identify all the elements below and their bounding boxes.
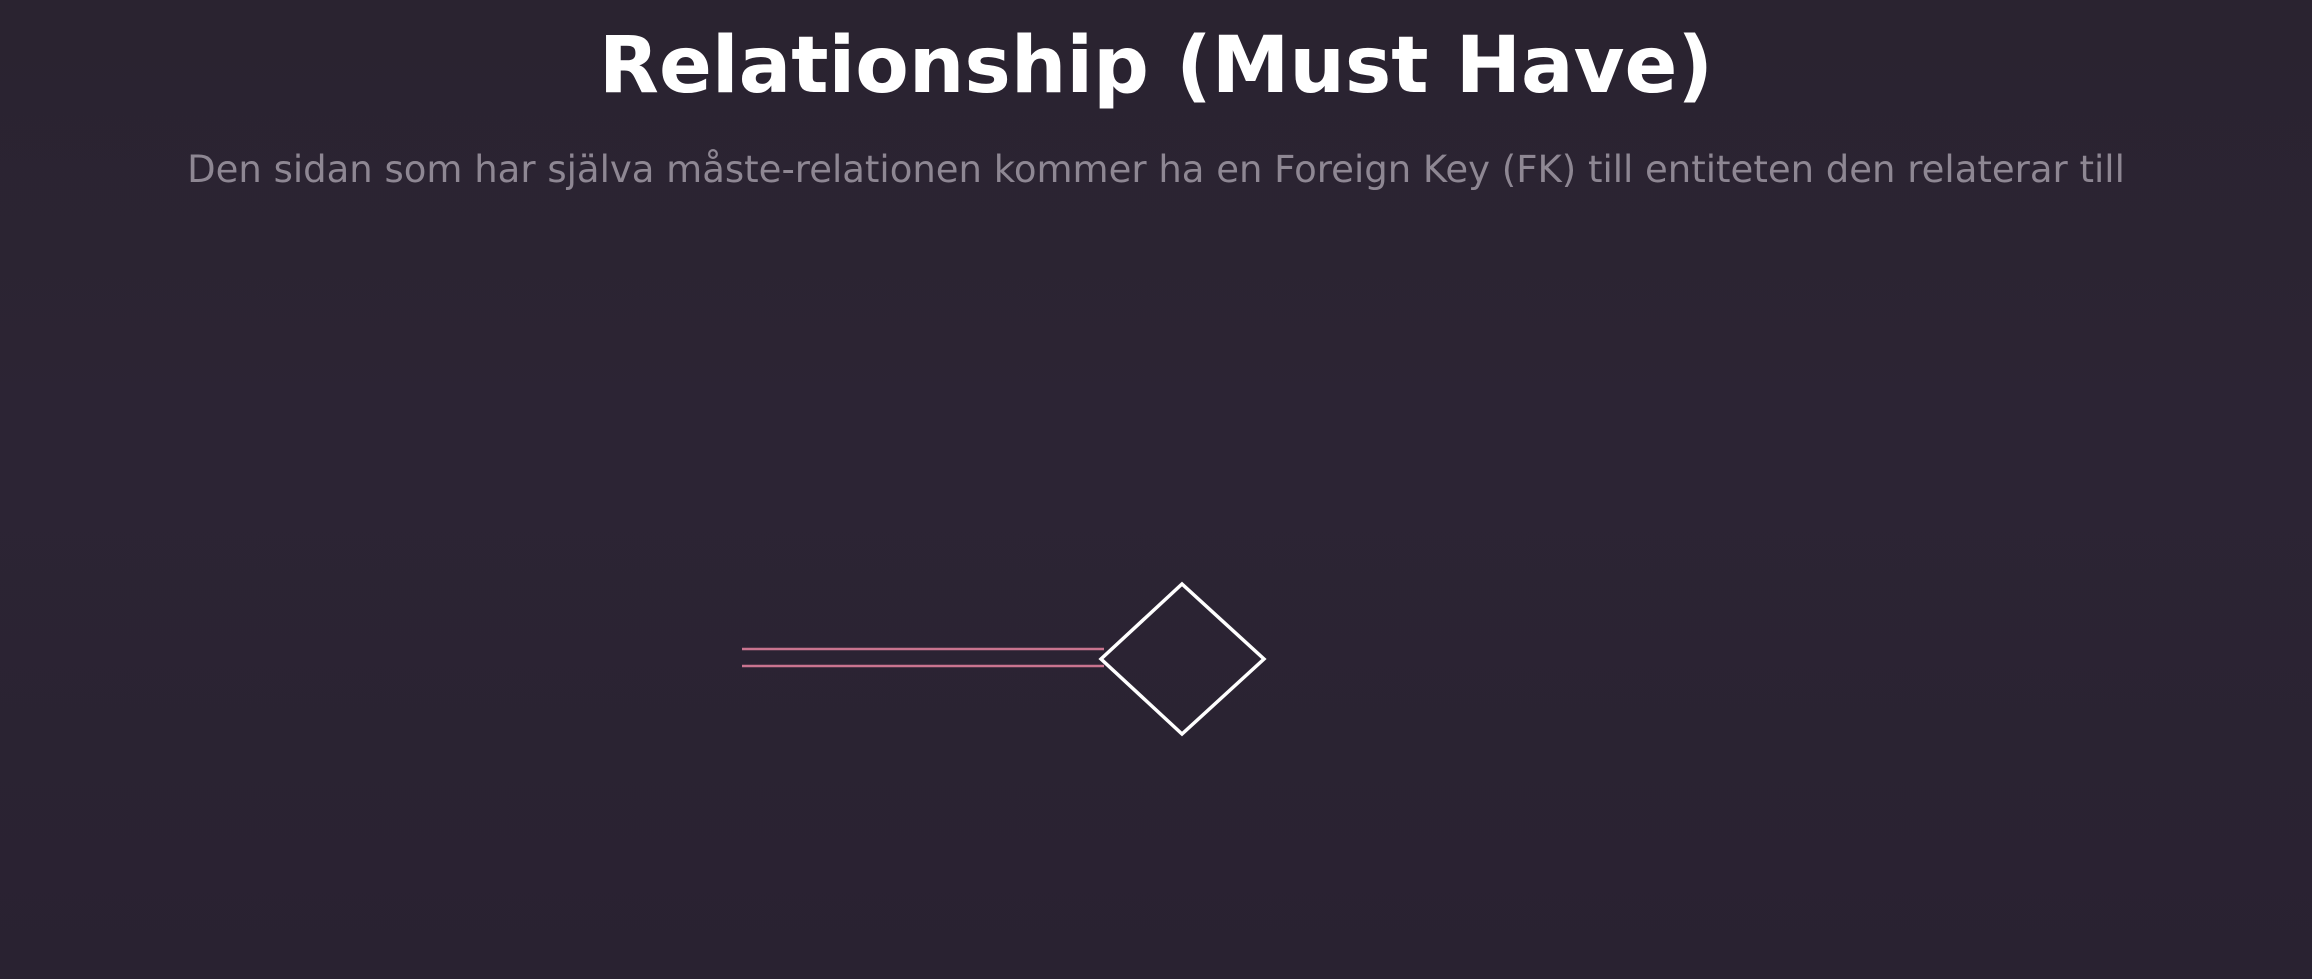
relationship-diagram [742, 581, 1267, 737]
slide: Relationship (Must Have) Den sidan som h… [0, 0, 2312, 979]
relationship-diamond [1098, 581, 1267, 737]
